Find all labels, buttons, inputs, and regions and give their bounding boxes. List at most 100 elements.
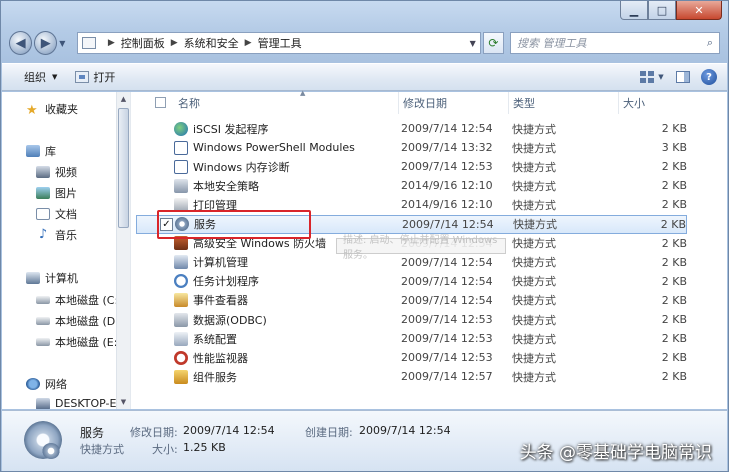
file-type: 快捷方式 xyxy=(513,218,557,231)
breadcrumb-control-panel[interactable]: 控制面板 xyxy=(121,35,165,51)
file-row[interactable]: 数据源(ODBC) 2009/7/14 12:53 快捷方式 2 KB xyxy=(136,310,687,329)
star-icon: ★ xyxy=(26,103,38,118)
file-size: 2 KB xyxy=(661,236,687,250)
forward-button[interactable]: ▶ xyxy=(34,31,58,55)
file-size: 2 KB xyxy=(661,160,687,174)
file-date: 2009/7/14 12:53 xyxy=(401,332,493,346)
breadcrumb-admin-tools[interactable]: 管理工具 xyxy=(258,35,302,51)
file-row[interactable]: Windows PowerShell Modules 2009/7/14 13:3… xyxy=(136,138,687,157)
chevron-right-icon[interactable]: ▶ xyxy=(171,38,178,48)
file-type: 快捷方式 xyxy=(512,370,556,384)
open-button[interactable]: 打开 xyxy=(75,69,115,85)
details-created-value: 2009/7/14 12:54 xyxy=(359,424,451,437)
computer-icon xyxy=(26,272,40,284)
navigation-pane: ★ 收藏夹 库 视频 图片 文档 ♪ 音乐 计算机 本地磁盘 (C:) 本地磁盘… xyxy=(2,92,130,409)
file-type: 快捷方式 xyxy=(512,141,556,155)
maximize-button[interactable]: □ xyxy=(648,1,676,20)
file-row[interactable]: 组件服务 2009/7/14 12:57 快捷方式 2 KB xyxy=(136,367,687,386)
file-size: 2 KB xyxy=(661,293,687,307)
nav-pictures[interactable]: 图片 xyxy=(36,185,77,201)
column-modified[interactable]: 修改日期 xyxy=(399,92,509,114)
file-name-cell: 系统配置 xyxy=(174,331,237,347)
nav-network[interactable]: 网络 xyxy=(26,376,67,392)
nav-scrollbar[interactable]: ▲ ▼ xyxy=(116,92,130,409)
file-size: 2 KB xyxy=(661,351,687,365)
file-name-cell: 性能监视器 xyxy=(174,350,248,366)
memory-icon xyxy=(174,159,188,174)
scroll-up-icon[interactable]: ▲ xyxy=(117,92,130,106)
file-row[interactable]: 性能监视器 2009/7/14 12:53 快捷方式 2 KB xyxy=(136,348,687,367)
file-row[interactable]: Windows 内存诊断 2009/7/14 12:53 快捷方式 2 KB xyxy=(136,157,687,176)
scroll-down-icon[interactable]: ▼ xyxy=(117,395,130,409)
drive-icon xyxy=(36,296,50,304)
nav-desktop-pc[interactable]: DESKTOP-EQ xyxy=(36,397,125,409)
file-row[interactable]: 系统配置 2009/7/14 12:53 快捷方式 2 KB xyxy=(136,329,687,348)
preview-pane-icon xyxy=(676,71,690,83)
picture-icon xyxy=(36,187,50,199)
organize-label: 组织 xyxy=(24,71,46,84)
change-view-button[interactable] xyxy=(639,70,655,84)
file-row[interactable]: iSCSI 发起程序 2009/7/14 12:54 快捷方式 2 KB xyxy=(136,119,687,138)
file-type: 快捷方式 xyxy=(512,237,556,251)
refresh-button[interactable]: ⟳ xyxy=(482,32,504,54)
nav-computer-label: 计算机 xyxy=(45,272,78,285)
nav-documents[interactable]: 文档 xyxy=(36,206,77,222)
organize-button[interactable]: 组织 ▼ xyxy=(24,69,57,85)
watermark: 头条 @零基础学电脑常识 xyxy=(519,443,712,463)
view-dropdown[interactable]: ▼ xyxy=(657,70,665,84)
file-name: 数据源(ODBC) xyxy=(193,313,267,327)
file-row[interactable]: 任务计划程序 2009/7/14 12:54 快捷方式 2 KB xyxy=(136,272,687,291)
column-headers: ▲ 名称 修改日期 类型 大小 xyxy=(136,89,727,114)
file-date: 2009/7/14 12:54 xyxy=(402,217,494,231)
column-type[interactable]: 类型 xyxy=(509,92,619,114)
nav-drive-e[interactable]: 本地磁盘 (E:) xyxy=(36,334,122,350)
search-icon[interactable]: ⌕ xyxy=(707,36,713,50)
file-name-cell: iSCSI 发起程序 xyxy=(174,121,268,137)
help-button[interactable]: ? xyxy=(701,69,717,85)
address-bar[interactable]: ▶ 控制面板 ▶ 系统和安全 ▶ 管理工具 ▼ xyxy=(76,32,481,54)
file-type: 快捷方式 xyxy=(512,256,556,270)
file-type: 快捷方式 xyxy=(512,122,556,136)
file-date: 2009/7/14 12:57 xyxy=(401,370,493,384)
nav-drive-d[interactable]: 本地磁盘 (D:) xyxy=(36,313,123,329)
nav-music[interactable]: ♪ 音乐 xyxy=(36,227,77,243)
nav-computer[interactable]: 计算机 xyxy=(26,270,78,286)
nav-drive-e-label: 本地磁盘 (E:) xyxy=(55,336,122,349)
recent-pages-dropdown[interactable]: ▼ xyxy=(59,39,71,48)
nav-drive-c[interactable]: 本地磁盘 (C:) xyxy=(36,292,122,308)
file-name: 事件查看器 xyxy=(193,294,248,308)
file-name: 组件服务 xyxy=(193,370,237,384)
preview-pane-button[interactable] xyxy=(675,70,691,84)
nav-drive-c-label: 本地磁盘 (C:) xyxy=(55,294,123,307)
file-size: 2 KB xyxy=(661,122,687,135)
chevron-right-icon[interactable]: ▶ xyxy=(108,38,115,48)
nav-favorites-label: 收藏夹 xyxy=(45,103,78,116)
file-row[interactable]: 本地安全策略 2014/9/16 12:10 快捷方式 2 KB xyxy=(136,176,687,195)
highlight-annotation xyxy=(157,210,311,239)
column-name[interactable]: ▲ 名称 xyxy=(174,89,399,114)
database-icon xyxy=(174,312,188,327)
search-input[interactable]: 搜索 管理工具 ⌕ xyxy=(509,32,720,54)
chevron-right-icon[interactable]: ▶ xyxy=(245,38,252,48)
breadcrumb-system-security[interactable]: 系统和安全 xyxy=(184,35,239,51)
navigation-bar: ◀ ▶ ▼ ▶ 控制面板 ▶ 系统和安全 ▶ 管理工具 ▼ ⟳ 搜索 管理工具 … xyxy=(9,29,720,57)
close-button[interactable]: ✕ xyxy=(676,1,722,20)
file-row[interactable]: 事件查看器 2009/7/14 12:54 快捷方式 2 KB xyxy=(136,291,687,310)
music-note-icon: ♪ xyxy=(38,227,48,242)
minimize-button[interactable]: ▁ xyxy=(620,1,648,20)
nav-favorites[interactable]: ★ 收藏夹 xyxy=(26,101,78,118)
computer-mgmt-icon xyxy=(174,255,188,270)
address-dropdown-icon[interactable]: ▼ xyxy=(470,39,476,48)
file-size: 2 KB xyxy=(661,313,687,326)
file-size: 2 KB xyxy=(661,274,687,288)
search-placeholder: 搜索 管理工具 xyxy=(516,37,587,50)
forward-arrow-icon: ▶ xyxy=(40,35,51,51)
video-icon xyxy=(36,166,50,178)
column-size[interactable]: 大小 xyxy=(619,92,687,114)
select-all-checkbox[interactable] xyxy=(155,97,166,108)
nav-videos[interactable]: 视频 xyxy=(36,164,77,180)
back-button[interactable]: ◀ xyxy=(9,31,33,55)
nav-scroll-thumb[interactable] xyxy=(118,108,129,228)
file-type: 快捷方式 xyxy=(512,332,556,346)
nav-libraries[interactable]: 库 xyxy=(26,143,56,159)
